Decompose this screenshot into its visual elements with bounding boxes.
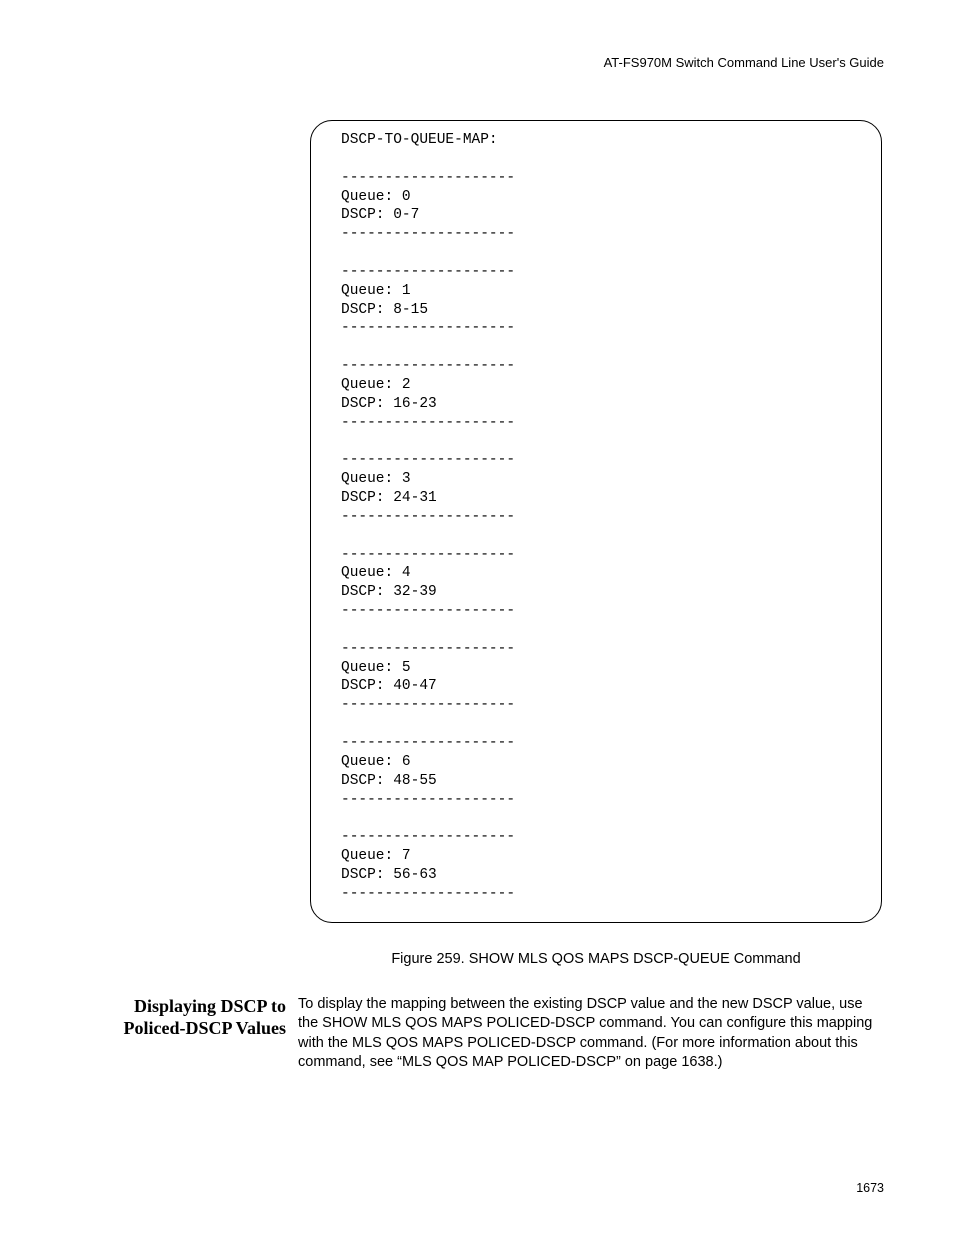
queue-line: Queue: 1 <box>341 283 411 299</box>
guide-title: AT-FS970M Switch Command Line User's Gui… <box>604 55 884 70</box>
terminal-title: DSCP-TO-QUEUE-MAP: <box>341 132 498 148</box>
queue-line: Queue: 3 <box>341 471 411 487</box>
queue-line: Queue: 2 <box>341 377 411 393</box>
queue-line: Queue: 6 <box>341 754 411 770</box>
queue-line: Queue: 4 <box>341 565 411 581</box>
divider: -------------------- <box>341 320 515 336</box>
divider: -------------------- <box>341 829 515 845</box>
queue-line: Queue: 0 <box>341 189 411 205</box>
dscp-line: DSCP: 16-23 <box>341 396 437 412</box>
figure-caption: Figure 259. SHOW MLS QOS MAPS DSCP-QUEUE… <box>310 951 882 967</box>
content-section: Displaying DSCP to Policed-DSCP Values T… <box>70 995 884 1073</box>
divider: -------------------- <box>341 264 515 280</box>
section-body: To display the mapping between the exist… <box>298 995 884 1073</box>
divider: -------------------- <box>341 509 515 525</box>
queue-line: Queue: 5 <box>341 660 411 676</box>
section-heading: Displaying DSCP to Policed-DSCP Values <box>70 995 298 1073</box>
divider: -------------------- <box>341 603 515 619</box>
divider: -------------------- <box>341 886 515 902</box>
divider: -------------------- <box>341 226 515 242</box>
divider: -------------------- <box>341 358 515 374</box>
dscp-line: DSCP: 32-39 <box>341 584 437 600</box>
divider: -------------------- <box>341 735 515 751</box>
dscp-line: DSCP: 56-63 <box>341 867 437 883</box>
dscp-line: DSCP: 8-15 <box>341 302 428 318</box>
dscp-line: DSCP: 24-31 <box>341 490 437 506</box>
dscp-line: DSCP: 40-47 <box>341 678 437 694</box>
divider: -------------------- <box>341 641 515 657</box>
divider: -------------------- <box>341 792 515 808</box>
queue-line: Queue: 7 <box>341 848 411 864</box>
divider: -------------------- <box>341 415 515 431</box>
divider: -------------------- <box>341 170 515 186</box>
divider: -------------------- <box>341 697 515 713</box>
page-number: 1673 <box>856 1181 884 1195</box>
divider: -------------------- <box>341 547 515 563</box>
page-header: AT-FS970M Switch Command Line User's Gui… <box>70 55 884 70</box>
dscp-line: DSCP: 0-7 <box>341 207 419 223</box>
terminal-output-box: DSCP-TO-QUEUE-MAP: -------------------- … <box>310 120 882 923</box>
divider: -------------------- <box>341 452 515 468</box>
dscp-line: DSCP: 48-55 <box>341 773 437 789</box>
